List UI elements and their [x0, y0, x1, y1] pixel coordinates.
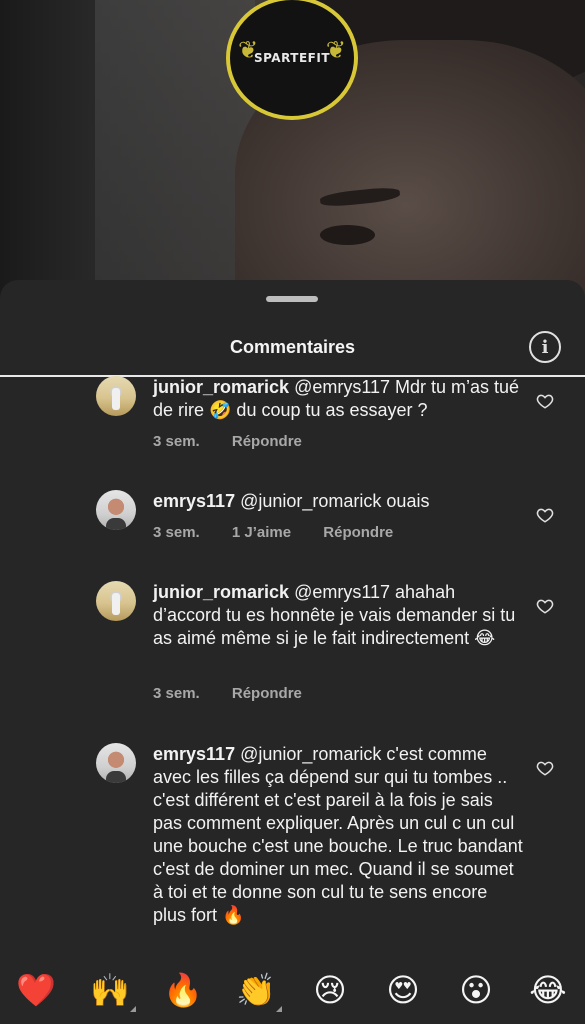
comment-time: 3 sem.: [153, 433, 200, 450]
skin-tone-indicator: [130, 1006, 136, 1012]
comment-meta: 3 sem. 1 J’aime Répondre: [153, 524, 421, 541]
comment-text: junior_romarick @emrys117 ahahah d’accor…: [153, 581, 523, 650]
skin-tone-indicator: [276, 1006, 282, 1012]
raised-hands-glyph: 🙌: [90, 972, 130, 1008]
heart-icon[interactable]: [536, 759, 554, 777]
crying-emoji-icon[interactable]: 😢: [310, 970, 350, 1010]
video-background: ❦ SPARTEFIT ❦: [0, 0, 585, 300]
clap-glyph: 👏: [236, 972, 276, 1008]
avatar[interactable]: [96, 376, 136, 416]
sheet-drag-handle[interactable]: [266, 296, 318, 302]
reply-button[interactable]: Répondre: [232, 685, 302, 702]
channel-logo[interactable]: ❦ SPARTEFIT ❦: [226, 0, 358, 120]
laurel-right-icon: ❦: [325, 37, 346, 64]
person-eye: [320, 225, 375, 245]
info-icon[interactable]: i: [529, 331, 561, 363]
comment-time: 3 sem.: [153, 685, 200, 702]
comment-text: junior_romarick @emrys117 Mdr tu m’as tu…: [153, 376, 523, 422]
laughing-emoji-icon[interactable]: 😂: [528, 970, 568, 1010]
comment-username[interactable]: junior_romarick: [153, 582, 289, 602]
heart-emoji-icon[interactable]: ❤️: [16, 970, 56, 1010]
likes-count[interactable]: 1 J’aime: [232, 524, 291, 541]
avatar[interactable]: [96, 581, 136, 621]
comment-username[interactable]: junior_romarick: [153, 377, 289, 397]
reply-button[interactable]: Répondre: [232, 433, 302, 450]
raised-hands-emoji-icon[interactable]: 🙌: [90, 970, 136, 1012]
comment-text: emrys117 @junior_romarick c'est comme av…: [153, 743, 523, 927]
heart-eyes-emoji-icon[interactable]: 😍: [383, 970, 423, 1010]
comment-meta: 3 sem. Répondre: [153, 685, 330, 702]
sheet-title: Commentaires: [229, 337, 356, 357]
clap-emoji-icon[interactable]: 👏: [236, 970, 282, 1012]
comment-content: @junior_romarick ouais: [240, 491, 430, 511]
comment-username[interactable]: emrys117: [153, 491, 235, 511]
emoji-reaction-bar: ❤️ 🙌 🔥 👏 😢 😍 😮 😂: [0, 958, 585, 1024]
heart-icon[interactable]: [536, 597, 554, 615]
reply-button[interactable]: Répondre: [323, 524, 393, 541]
comment-time: 3 sem.: [153, 524, 200, 541]
comment-text: emrys117 @junior_romarick ouais: [153, 490, 523, 513]
fire-emoji-icon[interactable]: 🔥: [163, 970, 203, 1010]
comment-content: @junior_romarick c'est comme avec les fi…: [153, 744, 523, 925]
logo-text: SPARTEFIT: [253, 51, 331, 65]
surprised-emoji-icon[interactable]: 😮: [456, 970, 496, 1010]
comment-meta: 3 sem. Répondre: [153, 433, 330, 450]
heart-icon[interactable]: [536, 392, 554, 410]
comment-username[interactable]: emrys117: [153, 744, 235, 764]
avatar[interactable]: [96, 743, 136, 783]
avatar[interactable]: [96, 490, 136, 530]
laurel-left-icon: ❦: [238, 37, 259, 64]
heart-icon[interactable]: [536, 506, 554, 524]
